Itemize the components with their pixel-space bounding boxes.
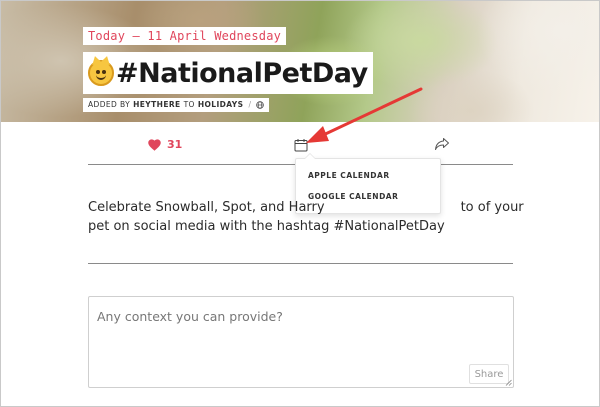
context-textarea[interactable]: Share bbox=[88, 296, 514, 388]
added-to-text: TO bbox=[183, 100, 195, 109]
share-button[interactable]: Share bbox=[469, 364, 509, 384]
description-line-1: Celebrate Snowball, Spot, and Harry to of… bbox=[88, 198, 524, 217]
resize-handle-icon[interactable] bbox=[505, 379, 512, 386]
added-by-line: ADDED BY HEYTHERE TO HOLIDAYS / bbox=[83, 98, 270, 112]
date-label: Today — 11 April Wednesday bbox=[83, 27, 287, 45]
hero-banner: Today — 11 April Wednesday #NationalPetD… bbox=[1, 1, 599, 122]
collection-link[interactable]: HOLIDAYS bbox=[198, 98, 244, 112]
like-button[interactable]: 31 bbox=[148, 138, 182, 151]
description-line-1-start: Celebrate Snowball, Spot, and Harry bbox=[88, 200, 325, 215]
calendar-icon[interactable] bbox=[294, 138, 308, 152]
context-input[interactable] bbox=[97, 306, 497, 326]
heart-icon bbox=[148, 138, 161, 151]
page-frame: Today — 11 April Wednesday #NationalPetD… bbox=[0, 0, 600, 407]
like-count: 31 bbox=[167, 138, 183, 151]
globe-icon[interactable] bbox=[256, 101, 265, 109]
section-divider bbox=[88, 263, 513, 264]
added-by-user-link[interactable]: HEYTHERE bbox=[133, 98, 180, 112]
event-description: Celebrate Snowball, Spot, and Harry to of… bbox=[88, 198, 524, 236]
added-by-prefix: ADDED BY bbox=[88, 100, 131, 109]
grinning-cat-emoji-icon bbox=[88, 60, 114, 86]
description-line-2: pet on social media with the hashtag #Na… bbox=[88, 219, 445, 234]
share-arrow-icon[interactable] bbox=[434, 137, 450, 151]
title-box: #NationalPetDay bbox=[83, 52, 373, 94]
apple-calendar-option[interactable]: APPLE CALENDAR bbox=[308, 171, 390, 180]
separator: / bbox=[248, 100, 252, 109]
page-title: #NationalPetDay bbox=[116, 57, 368, 89]
description-line-1-end: to of your bbox=[460, 200, 524, 215]
